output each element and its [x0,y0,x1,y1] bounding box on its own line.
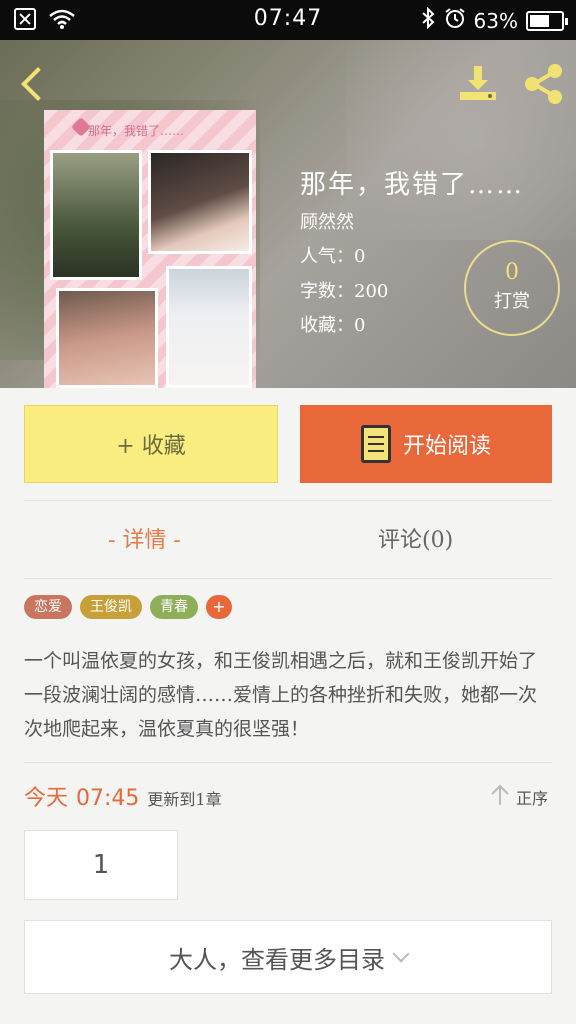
start-reading-button[interactable]: 开始阅读 [300,405,552,483]
update-day: 今天 [24,786,69,811]
sort-order-label: 正序 [516,789,549,808]
tag-list: 恋爱 王俊凯 青春 + [24,595,232,619]
cover-photo [166,266,252,388]
divider [24,578,552,579]
battery-percent: 63% [473,8,518,33]
cover-photo [56,288,158,388]
update-time: 07:45 [76,786,140,811]
cover-photo [148,150,252,254]
bluetooth-icon [420,6,436,34]
book-favorites: 收藏：0 [300,315,366,336]
update-info: 今天 07:45 更新到1章 [24,780,222,812]
download-icon[interactable] [456,62,500,106]
cover-caption: 那年，我错了…… [88,124,185,138]
tip-count: 0 [505,260,519,285]
book-cover[interactable]: 那年，我错了…… [44,110,256,388]
add-tag-button[interactable]: + [206,595,232,619]
book-title: 那年，我错了…… [300,170,525,200]
tab-comments[interactable]: 评论(0) [378,522,453,554]
tag-wang-junkai[interactable]: 王俊凯 [80,595,142,619]
divider [24,500,552,501]
book-header: 那年，我错了…… 那年，我错了…… 顾然然 人气：0 字数：200 收藏：0 0… [0,40,576,388]
book-description: 一个叫温依夏的女孩，和王俊凯相遇之后，就和王俊凯开始了一段波澜壮阔的感情……爱情… [24,650,538,740]
chapter-range-button[interactable]: 1 [24,830,178,900]
update-text: 更新到1章 [147,790,222,809]
status-bar: 07:47 63% [0,0,576,40]
share-icon[interactable] [522,62,566,106]
tip-label: 打赏 [494,291,530,312]
start-reading-label: 开始阅读 [402,434,491,459]
back-icon[interactable] [18,64,48,104]
cover-photo [50,150,142,280]
tag-youth[interactable]: 青春 [150,595,198,619]
battery-icon [526,10,568,31]
chevron-down-icon [392,945,410,963]
divider [24,762,552,763]
book-author[interactable]: 顾然然 [300,208,354,234]
alarm-icon [444,7,466,34]
book-popularity: 人气：0 [300,246,366,267]
tip-button[interactable]: 0 打赏 [464,240,560,336]
sort-order-button[interactable]: 正序 [490,784,548,810]
tab-details[interactable]: - 详情 - [108,522,181,554]
more-catalog-label: 大人，查看更多目录 [169,945,385,974]
tag-romance[interactable]: 恋爱 [24,595,72,619]
more-catalog-button[interactable]: 大人，查看更多目录 [24,920,552,994]
add-favorite-button[interactable]: + 收藏 [24,405,278,483]
arrow-up-icon [490,784,510,810]
add-favorite-label: + 收藏 [116,434,186,459]
book-word-count: 字数：200 [300,281,389,302]
book-icon [360,425,391,463]
